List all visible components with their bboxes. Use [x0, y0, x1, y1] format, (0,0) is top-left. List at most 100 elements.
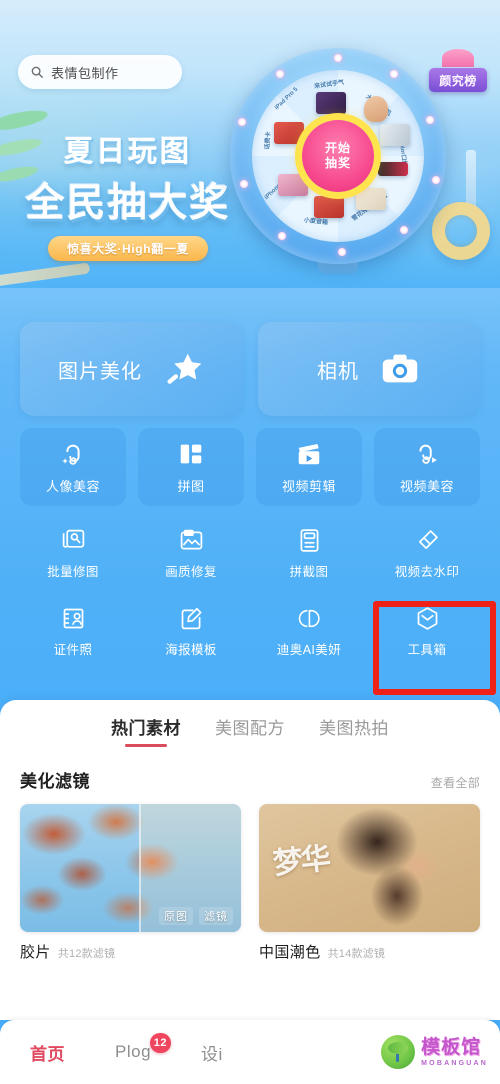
wheel-segment-label: 来试试手气	[313, 79, 345, 91]
tool-label: 拼截图	[289, 565, 329, 579]
hero-banner[interactable]: 表情包制作 颜究榜 夏日玩图 全民抽大奖 惊喜大奖·High翻一夏 来试试手气 …	[0, 0, 500, 288]
start-draw-line1: 开始	[324, 140, 351, 155]
compare-divider	[139, 804, 142, 932]
nav-item-design[interactable]: 设i	[201, 1040, 223, 1065]
video-clapper-icon	[295, 440, 323, 468]
tab-recipes[interactable]: 美图配方	[215, 714, 285, 747]
nav-label: Plog	[115, 1042, 152, 1061]
dior-cd-icon	[295, 604, 323, 632]
prize-skincare-set	[356, 188, 386, 210]
filter-card[interactable]: 梦华 中国潮色 共14款滤镜	[259, 804, 480, 962]
feature-label: 视频剪辑	[281, 478, 336, 494]
prize-lipstick	[378, 162, 408, 176]
feature-label: 视频美容	[399, 478, 454, 494]
feature-video-beauty[interactable]: 视频美容	[374, 428, 480, 506]
feature-label: 人像美容	[45, 478, 100, 494]
poster-template-icon	[177, 604, 205, 632]
filter-thumbnail[interactable]: 原图 滤镜	[20, 804, 241, 932]
hero-title-line1: 夏日玩图	[63, 136, 192, 168]
tool-video-watermark-remove[interactable]: 视频去水印	[368, 522, 486, 586]
section-header: 美化滤镜 查看全部	[0, 747, 500, 792]
feature-image-beautify[interactable]: 图片美化	[20, 322, 242, 416]
filter-thumbnail[interactable]: 梦华	[259, 804, 480, 932]
tool-screenshot-stitch[interactable]: 拼截图	[250, 522, 368, 586]
nav-item-plog[interactable]: Plog 12	[115, 1033, 172, 1062]
id-photo-icon	[59, 604, 87, 632]
prize-avatar	[364, 96, 388, 122]
filter-count: 共14款滤镜	[327, 948, 386, 960]
start-draw-button[interactable]: 开始 抽奖	[302, 120, 374, 192]
app-screen: 表情包制作 颜究榜 夏日玩图 全民抽大奖 惊喜大奖·High翻一夏 来试试手气 …	[0, 0, 500, 1084]
hero-headline: 夏日玩图 全民抽大奖 惊喜大奖·High翻一夏	[22, 128, 234, 261]
filter-card-list: 原图 滤镜 胶片 共12款滤镜 梦华 中国潮色 共14款滤镜	[0, 792, 500, 962]
prize-phone	[278, 174, 308, 196]
nav-label: 首页	[30, 1044, 65, 1064]
compare-labels: 原图 滤镜	[159, 907, 233, 925]
wheel-light-dot	[432, 176, 440, 184]
feature-label: 相机	[317, 360, 359, 383]
feature-camera[interactable]: 相机	[258, 322, 480, 416]
wheel-light-dot	[278, 232, 286, 240]
tool-dior-ai-beauty[interactable]: 迪奥AI美妍	[250, 600, 368, 664]
nav-item-home[interactable]: 首页	[30, 1040, 65, 1065]
tool-batch-edit[interactable]: 批量修图	[14, 522, 132, 586]
section-title: 美化滤镜	[20, 772, 90, 791]
watermark-cn: 模板馆	[421, 1036, 482, 1058]
wheel-light-dot	[426, 116, 434, 124]
hd-restore-icon: HD	[177, 526, 205, 554]
video-beauty-icon	[413, 440, 441, 468]
view-all-link[interactable]: 查看全部	[431, 774, 480, 791]
collage-icon	[177, 440, 205, 468]
nav-badge-count: 12	[149, 1033, 172, 1053]
filter-card[interactable]: 原图 滤镜 胶片 共12款滤镜	[20, 804, 241, 962]
portrait-beauty-icon	[59, 440, 87, 468]
tool-label: 海报模板	[165, 643, 217, 657]
batch-edit-icon	[59, 526, 87, 554]
feature-collage[interactable]: 拼图	[138, 428, 244, 506]
prize-drone	[380, 124, 410, 146]
filter-name: 中国潮色	[259, 944, 321, 961]
bottom-navigation: 首页 Plog 12 设i 模板馆 MOBANGUAN	[0, 1020, 500, 1084]
hero-title-line2: 全民抽大奖	[25, 182, 231, 225]
tool-poster-template[interactable]: 海报模板	[132, 600, 250, 664]
lighthouse-decoration	[466, 150, 476, 208]
filter-caption: 胶片 共12款滤镜	[20, 932, 241, 962]
start-draw-line2: 抽奖	[324, 155, 351, 170]
wheel-light-dot	[276, 70, 284, 78]
tool-id-photo[interactable]: 证件照	[14, 600, 132, 664]
tab-hot-materials[interactable]: 热门素材	[111, 714, 181, 747]
hero-subtitle-pill: 惊喜大奖·High翻一夏	[48, 236, 208, 261]
tool-label: 工具箱	[407, 643, 447, 657]
content-panel: 热门素材 美图配方 美图热拍 美化滤镜 查看全部 原图 滤镜 胶片 共12款滤镜…	[0, 700, 500, 1020]
nav-label: 设i	[201, 1044, 223, 1064]
feature-label: 图片美化	[58, 360, 142, 383]
tab-hot-shots[interactable]: 美图热拍	[319, 714, 389, 747]
prize-voucher	[274, 122, 304, 144]
wheel-light-dot	[240, 180, 248, 188]
feature-video-edit[interactable]: 视频剪辑	[256, 428, 362, 506]
filter-caption: 中国潮色 共14款滤镜	[259, 932, 480, 962]
wheel-light-dot	[338, 248, 346, 256]
wheel-light-dot	[400, 226, 408, 234]
search-bar[interactable]: 表情包制作	[18, 55, 182, 89]
tool-hd-restore[interactable]: HD 画质修复	[132, 522, 250, 586]
watermark-en: MOBANGUAN	[421, 1059, 488, 1067]
feature-portrait-beauty[interactable]: 人像美容	[20, 428, 126, 506]
tool-toolbox[interactable]: 工具箱	[368, 600, 486, 664]
watermark-logo: 模板馆 MOBANGUAN	[381, 1035, 488, 1069]
search-input-value: 表情包制作	[51, 65, 119, 81]
secondary-feature-row: 人像美容 拼图 视频剪辑 视频美容	[0, 428, 500, 506]
panel-tabs: 热门素材 美图配方 美图热拍	[0, 700, 500, 747]
crown-icon	[442, 49, 474, 67]
camera-icon	[379, 348, 421, 390]
after-label: 滤镜	[199, 907, 233, 925]
wheel-light-dot	[238, 118, 246, 126]
wheel-light-dot	[390, 70, 398, 78]
eraser-icon	[413, 526, 441, 554]
primary-feature-row: 图片美化 相机	[0, 322, 500, 416]
lottery-wheel[interactable]: 来试试手气 大疆无人机 Dior口红 雪花秀护肤套盒 小度音箱 iPhone 1…	[230, 48, 446, 274]
prize-speaker	[314, 196, 344, 218]
portrait-photo: 梦华	[259, 804, 480, 932]
feature-grid: 图片美化 相机 人像美容 拼图 视频剪辑 视频美容 批量修图 HD 画质修复 拼…	[0, 322, 500, 664]
screenshot-stitch-icon	[295, 526, 323, 554]
